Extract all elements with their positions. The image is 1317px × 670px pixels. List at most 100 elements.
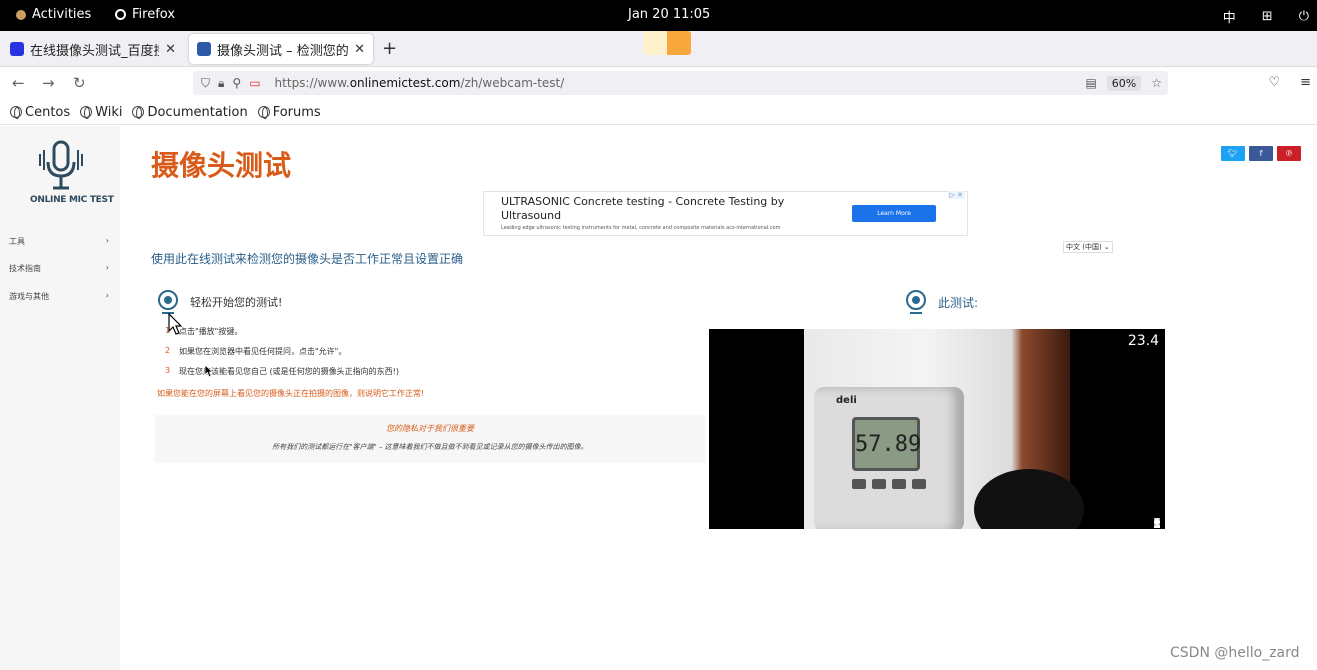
ad-title[interactable]: ULTRASONIC Concrete testing - Concrete T…	[501, 195, 801, 223]
page-title: 摄像头测试	[151, 149, 292, 182]
chevron-right-icon: ›	[105, 291, 109, 300]
privacy-heading: 您的隐私对于我们很重要	[386, 424, 474, 433]
tab-title: 摄像头测试 – 检测您的电脑	[217, 43, 349, 59]
permissions-icon[interactable]: ⚲	[232, 76, 241, 91]
privacy-text: 所有我们的测试都运行在"客户端" – 这意味着我们不做且做不到看见或记录从您的摄…	[272, 443, 588, 451]
screen-sharing-indicator[interactable]	[643, 31, 691, 55]
bookmark-documentation[interactable]: Documentation	[132, 105, 248, 120]
chevron-down-icon: ⌄	[1103, 243, 1110, 251]
tab-webcam-test[interactable]: 摄像头测试 – 检测您的电脑 ✕	[189, 34, 373, 64]
sidebar-item-tools[interactable]: 工具 ›	[9, 236, 109, 247]
lock-icon[interactable]: 🔒︎	[218, 76, 224, 91]
language-select[interactable]: 中文 (中国) ⌄	[1063, 241, 1113, 253]
bookmark-forums[interactable]: Forums	[257, 105, 321, 120]
url-text[interactable]: https://www.onlinemictest.com/zh/webcam-…	[275, 76, 565, 90]
system-tray: 中 ⊞ ⏻	[1223, 7, 1309, 26]
pinterest-icon: ℗	[1285, 149, 1293, 158]
bookmark-star-icon[interactable]: ☆	[1151, 76, 1162, 90]
meter-lcd: 57.89	[852, 417, 921, 471]
start-section-heading: 轻松开始您的测试!	[158, 290, 282, 314]
site-favicon-icon	[197, 42, 211, 56]
chevron-right-icon: ›	[105, 263, 109, 272]
facebook-icon: f	[1259, 149, 1263, 158]
activities-label: Activities	[32, 7, 92, 22]
webcam-icon	[158, 290, 180, 314]
page-subtitle: 使用此在线测试来检测您的摄像头是否工作正常且设置正确	[151, 252, 464, 266]
address-bar[interactable]: ⛉ 🔒︎ ⚲ ▭ https://www.onlinemictest.com/z…	[193, 71, 1168, 95]
list-item: 3 现在您应该能看见您自己 (或是任何您的摄像头正指向的东西!)	[165, 366, 399, 376]
activities-button[interactable]: Activities	[16, 7, 91, 22]
tab-title: 在线摄像头测试_百度搜索	[30, 43, 159, 59]
share-twitter-button[interactable]: 🐦︎	[1221, 146, 1245, 161]
zoom-level[interactable]: 60%	[1106, 75, 1142, 91]
camera-sharing-icon	[667, 31, 691, 55]
sidebar-item-guides[interactable]: 技术指南 ›	[9, 263, 109, 274]
site-sidebar: ONLINE MIC TEST 工具 › 技术指南 › 游戏与其他 ›	[0, 126, 120, 670]
globe-icon	[257, 106, 270, 119]
ad-close-button[interactable]: ▷ ✕	[947, 191, 965, 199]
globe-icon	[80, 106, 93, 119]
privacy-box: 您的隐私对于我们很重要 所有我们的测试都运行在"客户端" – 这意味着我们不做且…	[155, 415, 705, 463]
shield-icon[interactable]: ⛉	[201, 76, 210, 91]
mouse-cursor-icon	[204, 364, 213, 378]
ad-subtitle: Leading edge ultrasonic testing instrume…	[501, 225, 781, 231]
app-menu[interactable]: Firefox	[115, 7, 175, 22]
webcam-video-preview[interactable]: deli 57.89 23.4	[709, 329, 1165, 529]
tab-baidu-search[interactable]: 在线摄像头测试_百度搜索 ✕	[2, 34, 184, 64]
new-tab-button[interactable]: +	[382, 38, 397, 59]
firefox-sharing-icon	[643, 31, 667, 55]
microphone-logo-icon	[36, 140, 86, 192]
pocket-icon[interactable]: ♡	[1268, 75, 1280, 90]
reload-icon[interactable]: ↻	[73, 74, 86, 92]
close-tab-icon[interactable]: ✕	[165, 42, 176, 57]
globe-icon	[10, 106, 22, 119]
watermark: CSDN @hello_zard	[1170, 645, 1300, 661]
back-arrow-icon[interactable]: ←	[12, 74, 25, 92]
sidebar-item-games[interactable]: 游戏与其他 ›	[9, 291, 109, 302]
ad-learn-more-button[interactable]: Learn More	[852, 205, 936, 222]
toolbar-right: ♡ ≡	[1268, 75, 1311, 90]
gnome-foot-icon	[16, 9, 26, 20]
steps-list: 1 点击"播放"按键。 2 如果您在浏览器中看见任何提问，点击"允许"。 3 现在您应…	[165, 326, 399, 386]
share-facebook-button[interactable]: f	[1249, 146, 1273, 161]
mouse-cursor-icon	[168, 313, 182, 335]
list-item: 1 点击"播放"按键。	[165, 326, 243, 336]
logo-text: ONLINE MIC TEST	[30, 195, 114, 205]
system-top-bar: Activities Firefox Jan 20 11:05 中 ⊞ ⏻	[0, 0, 1317, 31]
advertisement[interactable]: ULTRASONIC Concrete testing - Concrete T…	[483, 191, 968, 236]
fullscreen-icon[interactable]: ⛶	[1154, 518, 1161, 528]
bookmark-wiki[interactable]: Wiki	[80, 105, 122, 120]
web-page: ONLINE MIC TEST 工具 › 技术指南 › 游戏与其他 › 摄像头测试 🐦…	[0, 126, 1317, 670]
test-heading: 此测试:	[938, 295, 979, 310]
power-meter-image: deli 57.89	[814, 387, 964, 529]
bookmark-centos[interactable]: Centos	[10, 105, 70, 120]
app-name: Firefox	[132, 7, 176, 22]
bookmarks-toolbar: Centos Wiki Documentation Forums	[0, 100, 1317, 125]
chevron-right-icon: ›	[105, 236, 109, 245]
working-note: 如果您能在您的屏幕上看见您的摄像头正在拍摄的图像，则说明它工作正常!	[157, 389, 425, 398]
share-pinterest-button[interactable]: ℗	[1277, 146, 1301, 161]
forward-arrow-icon[interactable]: →	[42, 74, 55, 92]
list-item: 2 如果您在浏览器中看见任何提问，点击"允许"。	[165, 346, 347, 356]
firefox-icon	[115, 9, 126, 20]
cable-image	[974, 469, 1084, 529]
baidu-favicon-icon	[10, 42, 24, 56]
menu-icon[interactable]: ≡	[1300, 75, 1311, 90]
test-section-heading: 此测试:	[906, 290, 978, 314]
webcam-icon	[906, 290, 928, 314]
meter-brand: deli	[836, 395, 857, 406]
fps-counter: 23.4	[1127, 333, 1159, 349]
reader-view-icon[interactable]: ▤	[1085, 76, 1096, 90]
close-tab-icon[interactable]: ✕	[354, 42, 365, 57]
twitter-icon: 🐦︎	[1227, 149, 1239, 158]
site-logo[interactable]: ONLINE MIC TEST	[30, 140, 114, 205]
camera-frame: deli 57.89	[804, 329, 1084, 529]
navigation-toolbar: ← → ↻ ⛉ 🔒︎ ⚲ ▭ https://www.onlinemictest…	[0, 67, 1317, 100]
network-icon[interactable]: ⊞	[1262, 9, 1273, 24]
start-heading: 轻松开始您的测试!	[190, 296, 283, 309]
globe-icon	[132, 106, 145, 119]
input-method-indicator[interactable]: 中	[1223, 7, 1236, 26]
power-icon[interactable]: ⏻	[1299, 9, 1309, 24]
camera-permission-icon[interactable]: ▭	[249, 76, 260, 91]
clock[interactable]: Jan 20 11:05	[628, 7, 710, 22]
